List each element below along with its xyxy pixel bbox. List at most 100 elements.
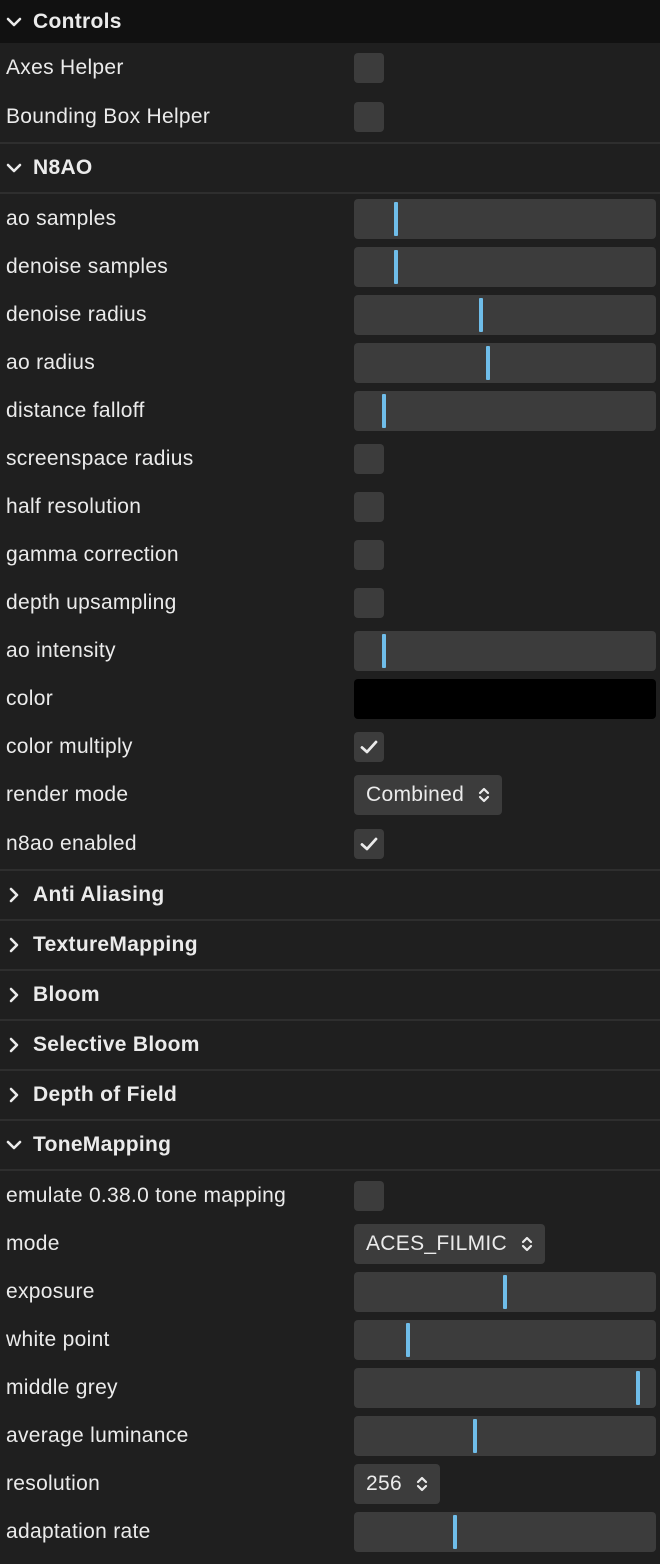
mode-label: mode (6, 1232, 60, 1255)
row-axes-helper: Axes Helper (0, 44, 660, 92)
folder-children: emulate 0.38.0 tone mapping mode ACES_FI… (0, 1171, 660, 1556)
folder-title-tone-mapping[interactable]: ToneMapping (0, 1121, 660, 1171)
select-arrows-icon (521, 1235, 533, 1253)
row-average-luminance: average luminance (0, 1412, 660, 1460)
slider-thumb[interactable] (486, 346, 491, 380)
folder-children: ao samples denoise samples denoise radiu… (0, 194, 660, 871)
checkmark-icon (360, 740, 378, 754)
folder-title-selective-bloom[interactable]: Selective Bloom (0, 1021, 660, 1071)
ao-intensity-label: ao intensity (6, 639, 116, 662)
row-denoise-radius: denoise radius (0, 291, 660, 339)
color-multiply-label: color multiply (6, 735, 133, 758)
row-resolution: resolution 256 (0, 1460, 660, 1508)
chevron-down-icon (6, 14, 22, 30)
slider-thumb[interactable] (394, 202, 399, 236)
folder-title-label: Controls (33, 9, 122, 33)
ao-samples-label: ao samples (6, 207, 117, 230)
average-luminance-slider[interactable] (354, 1416, 656, 1456)
half-resolution-checkbox[interactable] (354, 492, 384, 522)
row-half-resolution: half resolution (0, 483, 660, 531)
row-depth-upsampling: depth upsampling (0, 579, 660, 627)
white-point-label: white point (6, 1328, 110, 1351)
depth-upsampling-checkbox[interactable] (354, 588, 384, 618)
slider-thumb[interactable] (503, 1275, 507, 1309)
slider-thumb[interactable] (478, 298, 483, 332)
row-adaptation-rate: adaptation rate (0, 1508, 660, 1556)
render-mode-label: render mode (6, 783, 129, 806)
color-multiply-checkbox[interactable] (354, 732, 384, 762)
select-value: 256 (366, 1472, 402, 1495)
folder-title-bloom[interactable]: Bloom (0, 971, 660, 1021)
row-exposure: exposure (0, 1268, 660, 1316)
adaptation-rate-label: adaptation rate (6, 1520, 151, 1543)
slider-thumb[interactable] (472, 1419, 477, 1453)
folder-tone-mapping: ToneMapping emulate 0.38.0 tone mapping … (0, 1121, 660, 1556)
color-swatch[interactable] (354, 679, 656, 719)
middle-grey-slider[interactable] (354, 1368, 656, 1408)
slider-thumb[interactable] (382, 634, 387, 668)
chevron-right-icon (6, 1087, 22, 1103)
adaptation-rate-slider[interactable] (354, 1512, 656, 1552)
slider-thumb[interactable] (635, 1371, 640, 1405)
row-ao-radius: ao radius (0, 339, 660, 387)
folder-title-controls[interactable]: Controls (0, 0, 660, 43)
row-color: color (0, 675, 660, 723)
folder-title-anti-aliasing[interactable]: Anti Aliasing (0, 871, 660, 921)
slider-thumb[interactable] (394, 250, 399, 284)
row-n8ao-enabled: n8ao enabled (0, 819, 660, 871)
screenspace-radius-label: screenspace radius (6, 447, 194, 470)
axes-helper-checkbox[interactable] (354, 53, 384, 83)
select-value: ACES_FILMIC (366, 1232, 507, 1255)
denoise-samples-label: denoise samples (6, 255, 169, 278)
folder-children: Axes Helper Bounding Box Helper (0, 43, 660, 144)
denoise-radius-label: denoise radius (6, 303, 147, 326)
row-ao-samples: ao samples (0, 195, 660, 243)
gui-panel: Controls Axes Helper Bounding Box Helper (0, 0, 660, 1556)
bbox-helper-checkbox[interactable] (354, 102, 384, 132)
screenspace-radius-checkbox[interactable] (354, 444, 384, 474)
render-mode-select[interactable]: Combined (354, 775, 503, 815)
row-ao-intensity: ao intensity (0, 627, 660, 675)
select-value: Combined (366, 783, 465, 806)
checkmark-icon (360, 837, 378, 851)
folder-title-depth-of-field[interactable]: Depth of Field (0, 1071, 660, 1121)
color-label: color (6, 687, 54, 710)
chevron-right-icon (6, 937, 22, 953)
folder-controls: Controls Axes Helper Bounding Box Helper (0, 0, 660, 144)
emulate-tone-mapping-label: emulate 0.38.0 tone mapping (6, 1184, 287, 1207)
bbox-helper-label: Bounding Box Helper (6, 105, 211, 128)
ao-samples-slider[interactable] (354, 199, 656, 239)
emulate-tone-mapping-checkbox[interactable] (354, 1181, 384, 1211)
white-point-slider[interactable] (354, 1320, 656, 1360)
slider-thumb[interactable] (406, 1323, 411, 1357)
folder-title-label: Depth of Field (33, 1083, 178, 1106)
row-color-multiply: color multiply (0, 723, 660, 771)
slider-thumb[interactable] (453, 1515, 458, 1549)
gamma-correction-label: gamma correction (6, 543, 179, 566)
folder-title-n8ao[interactable]: N8AO (0, 144, 660, 194)
distance-falloff-label: distance falloff (6, 399, 145, 422)
ao-radius-slider[interactable] (354, 343, 656, 383)
chevron-down-icon (6, 1137, 22, 1153)
denoise-samples-slider[interactable] (354, 247, 656, 287)
ao-intensity-slider[interactable] (354, 631, 656, 671)
n8ao-enabled-checkbox[interactable] (354, 829, 384, 859)
slider-thumb[interactable] (382, 394, 387, 428)
exposure-slider[interactable] (354, 1272, 656, 1312)
middle-grey-label: middle grey (6, 1376, 118, 1399)
mode-select[interactable]: ACES_FILMIC (354, 1224, 545, 1264)
folder-title-label: Anti Aliasing (33, 883, 165, 906)
folder-title-label: TextureMapping (33, 933, 198, 956)
select-arrows-icon (478, 786, 490, 804)
folder-title-label: N8AO (33, 156, 93, 179)
denoise-radius-slider[interactable] (354, 295, 656, 335)
resolution-select[interactable]: 256 (354, 1464, 440, 1504)
folder-title-texture-mapping[interactable]: TextureMapping (0, 921, 660, 971)
row-screenspace-radius: screenspace radius (0, 435, 660, 483)
row-bbox-helper: Bounding Box Helper (0, 92, 660, 144)
select-arrows-icon (416, 1475, 428, 1493)
gamma-correction-checkbox[interactable] (354, 540, 384, 570)
distance-falloff-slider[interactable] (354, 391, 656, 431)
average-luminance-label: average luminance (6, 1424, 189, 1447)
row-gamma-correction: gamma correction (0, 531, 660, 579)
